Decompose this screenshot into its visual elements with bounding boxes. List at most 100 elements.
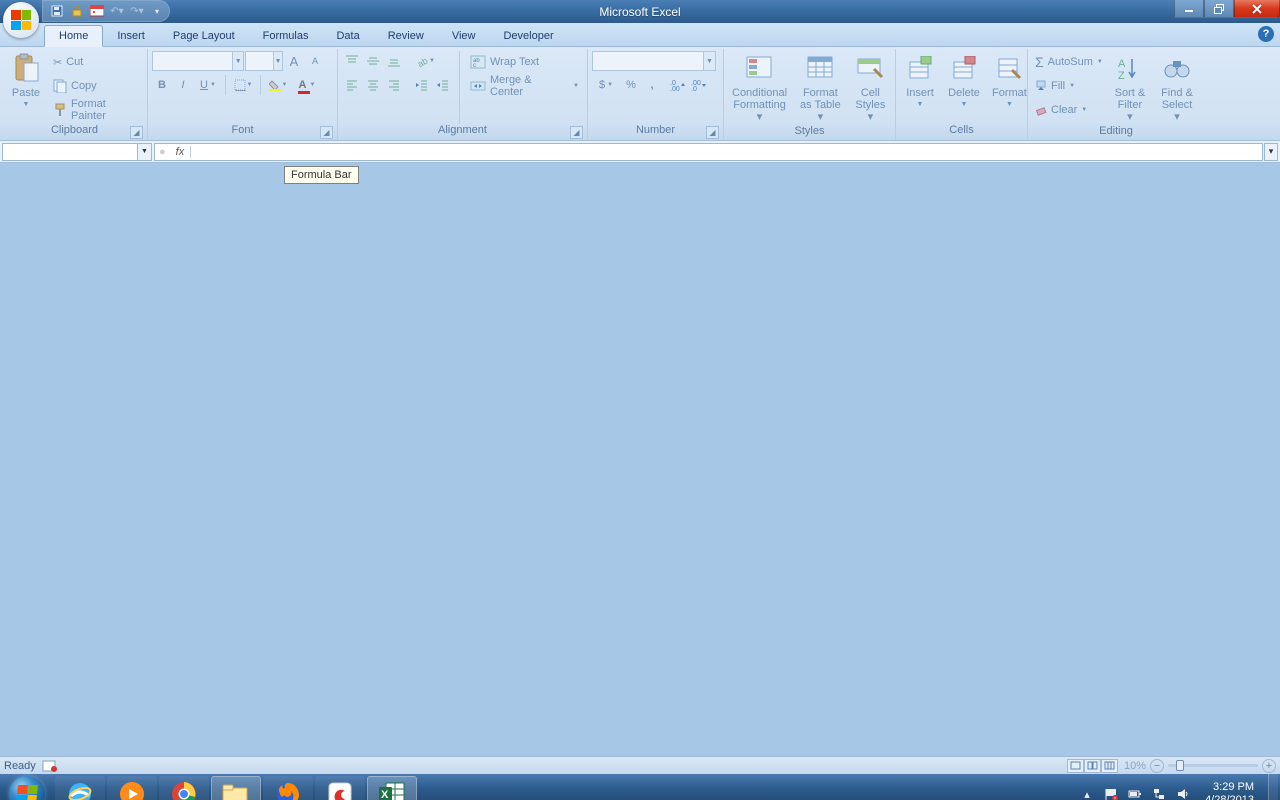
taskbar-app-red[interactable] [315,776,365,800]
format-as-table-button[interactable]: Formatas Table ▾ [795,51,846,125]
cell-styles-button[interactable]: CellStyles ▾ [850,51,891,125]
tray-flag-icon[interactable]: × [1103,786,1119,800]
zoom-in-button[interactable]: + [1262,759,1276,773]
calendar-icon[interactable] [90,4,104,18]
tab-view[interactable]: View [438,26,490,46]
tray-volume-icon[interactable] [1175,786,1191,800]
chevron-down-icon[interactable]: ▼ [232,52,243,70]
wrap-text-button[interactable]: abcWrap Text [466,51,583,73]
taskbar-ie[interactable] [55,776,105,800]
help-button[interactable]: ? [1258,26,1274,42]
tab-review[interactable]: Review [374,26,438,46]
shrink-font-button[interactable]: A [305,51,325,71]
undo-icon[interactable]: ↶▾ [110,4,124,18]
align-middle-button[interactable] [363,51,383,71]
taskbar-excel[interactable]: X [367,776,417,800]
chevron-down-icon[interactable]: ▼ [273,52,282,70]
grow-font-button[interactable]: A [284,51,304,71]
merge-center-button[interactable]: Merge & Center▼ [466,75,583,97]
increase-decimal-button[interactable]: .0.00 [668,75,688,95]
underline-button[interactable]: U▼ [194,75,222,95]
align-bottom-button[interactable] [384,51,404,71]
conditional-formatting-button[interactable]: ConditionalFormatting ▾ [728,51,791,125]
sort-filter-button[interactable]: AZSort &Filter ▾ [1110,51,1150,125]
normal-view-button[interactable] [1067,759,1084,773]
font-dialog-launcher[interactable]: ◢ [320,126,333,139]
align-top-button[interactable] [342,51,362,71]
show-desktop-button[interactable] [1268,774,1278,800]
zoom-slider[interactable] [1168,764,1258,767]
tab-home[interactable]: Home [44,25,103,47]
borders-button[interactable]: ▼ [229,75,257,95]
paste-button[interactable]: Paste ▼ [6,51,46,113]
start-button[interactable] [0,774,54,800]
zoom-level[interactable]: 10% [1124,760,1146,772]
close-button[interactable] [1234,0,1280,18]
format-cells-button[interactable]: Format▼ [988,51,1031,113]
bold-button[interactable]: B [152,75,172,95]
fill-color-button[interactable]: ▼ [264,75,292,95]
decrease-indent-button[interactable] [412,75,432,95]
italic-button[interactable]: I [173,75,193,95]
sort-filter-icon: AZ [1114,53,1146,85]
fx-icon[interactable]: fx [170,146,192,158]
align-left-button[interactable] [342,75,362,95]
taskbar-clock[interactable]: 3:29 PM 4/28/2013 [1199,781,1260,800]
lock-icon[interactable] [70,4,84,18]
minimize-button[interactable] [1174,0,1204,18]
page-break-view-button[interactable] [1101,759,1118,773]
formula-input[interactable]: ● fx [154,143,1263,161]
taskbar-chrome[interactable] [159,776,209,800]
tray-network-icon[interactable] [1151,786,1167,800]
cut-button[interactable]: ✂Cut [50,51,143,73]
tab-developer[interactable]: Developer [489,26,567,46]
page-layout-view-button[interactable] [1084,759,1101,773]
number-format-combo[interactable]: ▼ [592,51,716,71]
expand-formula-bar-button[interactable]: ▾ [1264,143,1278,161]
tab-formulas[interactable]: Formulas [249,26,323,46]
copy-button[interactable]: Copy [50,75,143,97]
tray-show-hidden-icon[interactable]: ▴ [1079,786,1095,800]
chevron-down-icon[interactable]: ▼ [703,52,715,70]
font-size-combo[interactable]: ▼ [245,51,283,71]
macro-record-button[interactable] [42,759,64,773]
comma-button[interactable]: , [642,75,662,95]
find-select-button[interactable]: Find &Select ▾ [1154,51,1200,125]
zoom-out-button[interactable]: − [1150,759,1164,773]
fill-button[interactable]: Fill▼ [1032,75,1106,97]
align-center-button[interactable] [363,75,383,95]
taskbar-wmp[interactable] [107,776,157,800]
number-dialog-launcher[interactable]: ◢ [706,126,719,139]
autosum-button[interactable]: ΣAutoSum▼ [1032,51,1106,73]
delete-cells-button[interactable]: Delete▼ [944,51,984,113]
clipboard-dialog-launcher[interactable]: ◢ [130,126,143,139]
font-color-button[interactable]: A▼ [293,75,321,95]
align-right-button[interactable] [384,75,404,95]
format-painter-button[interactable]: Format Painter [50,99,143,121]
group-cells: Insert▼ Delete▼ Format▼ Cells [896,49,1028,140]
tab-data[interactable]: Data [322,26,373,46]
tab-page-layout[interactable]: Page Layout [159,26,249,46]
taskbar-firefox[interactable] [263,776,313,800]
increase-indent-button[interactable] [433,75,453,95]
save-icon[interactable] [50,4,64,18]
office-button[interactable] [3,2,39,38]
tab-insert[interactable]: Insert [103,26,159,46]
restore-button[interactable] [1204,0,1234,18]
ribbon: Paste ▼ ✂Cut Copy Format Painter Clipboa… [0,47,1280,141]
taskbar-explorer[interactable] [211,776,261,800]
insert-cells-button[interactable]: Insert▼ [900,51,940,113]
font-name-combo[interactable]: ▼ [152,51,244,71]
accounting-format-button[interactable]: $▼ [592,75,620,95]
qat-customize-icon[interactable]: ▾ [150,4,164,18]
chevron-down-icon[interactable]: ▼ [137,144,151,160]
clear-button[interactable]: Clear▼ [1032,99,1106,121]
decrease-decimal-button[interactable]: .00.0 [689,75,709,95]
tray-power-icon[interactable] [1127,786,1143,800]
alignment-dialog-launcher[interactable]: ◢ [570,126,583,139]
name-box[interactable]: ▼ [2,143,152,161]
redo-icon[interactable]: ↷▾ [130,4,144,18]
cancel-formula-icon[interactable]: ● [159,146,166,158]
percent-button[interactable]: % [621,75,641,95]
orientation-button[interactable]: ab▼ [412,51,440,71]
